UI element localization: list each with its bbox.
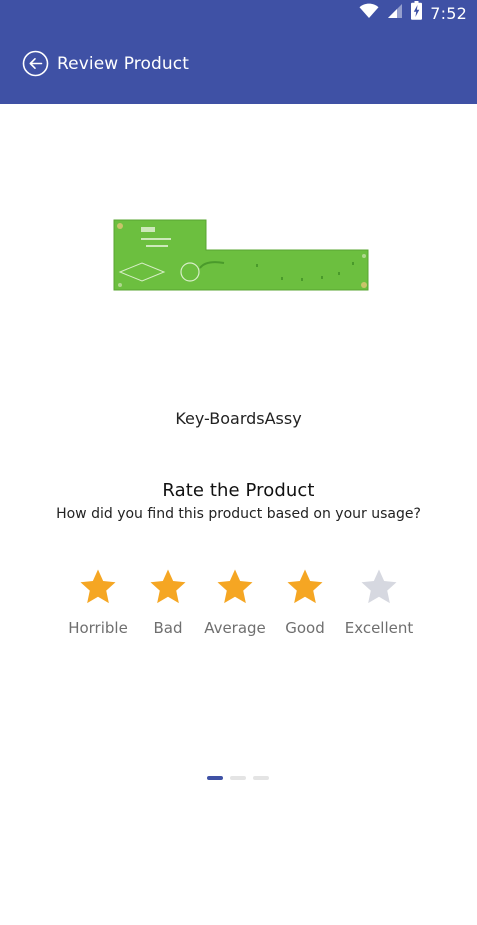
- back-arrow-circle-icon: [22, 50, 49, 82]
- star-option-excellent[interactable]: Excellent: [339, 566, 419, 637]
- star-label-horrible: Horrible: [68, 619, 128, 637]
- star-icon: [287, 569, 323, 604]
- page-dot[interactable]: [207, 776, 223, 780]
- page-dot[interactable]: [230, 776, 246, 780]
- status-bar: 7:52: [0, 0, 477, 26]
- rate-title: Rate the Product: [162, 480, 315, 501]
- star-label-average: Average: [204, 619, 266, 637]
- star-option-good[interactable]: Good: [265, 566, 345, 637]
- circuit-board-image: [113, 219, 369, 291]
- app-header: 7:52 Review Product: [0, 0, 477, 104]
- page-title: Review Product: [57, 54, 190, 74]
- star-label-excellent: Excellent: [344, 619, 414, 637]
- rate-subtitle: How did you find this product based on y…: [56, 506, 421, 522]
- star-icon: [80, 569, 116, 604]
- star-option-horrible[interactable]: Horrible: [58, 566, 138, 637]
- wifi-icon: [359, 3, 379, 24]
- star-icon: [361, 569, 397, 604]
- signal-icon: [387, 3, 403, 24]
- page-indicator: [207, 776, 269, 780]
- star-icon: [150, 569, 186, 604]
- star-label-good: Good: [285, 619, 325, 637]
- status-icons: 7:52: [359, 1, 467, 25]
- review-product-screen: 7:52 Review Product Key-BoardsAssy Rate …: [0, 0, 477, 925]
- product-image: [106, 214, 376, 300]
- star-icon: [217, 569, 253, 604]
- page-dot[interactable]: [253, 776, 269, 780]
- status-time: 7:52: [430, 3, 467, 23]
- back-button[interactable]: [21, 50, 49, 82]
- toolbar: Review Product: [0, 26, 477, 104]
- star-label-bad: Bad: [153, 619, 183, 637]
- product-name: Key-BoardsAssy: [175, 409, 302, 428]
- star-option-average[interactable]: Average: [195, 566, 275, 637]
- battery-charging-icon: [411, 1, 423, 25]
